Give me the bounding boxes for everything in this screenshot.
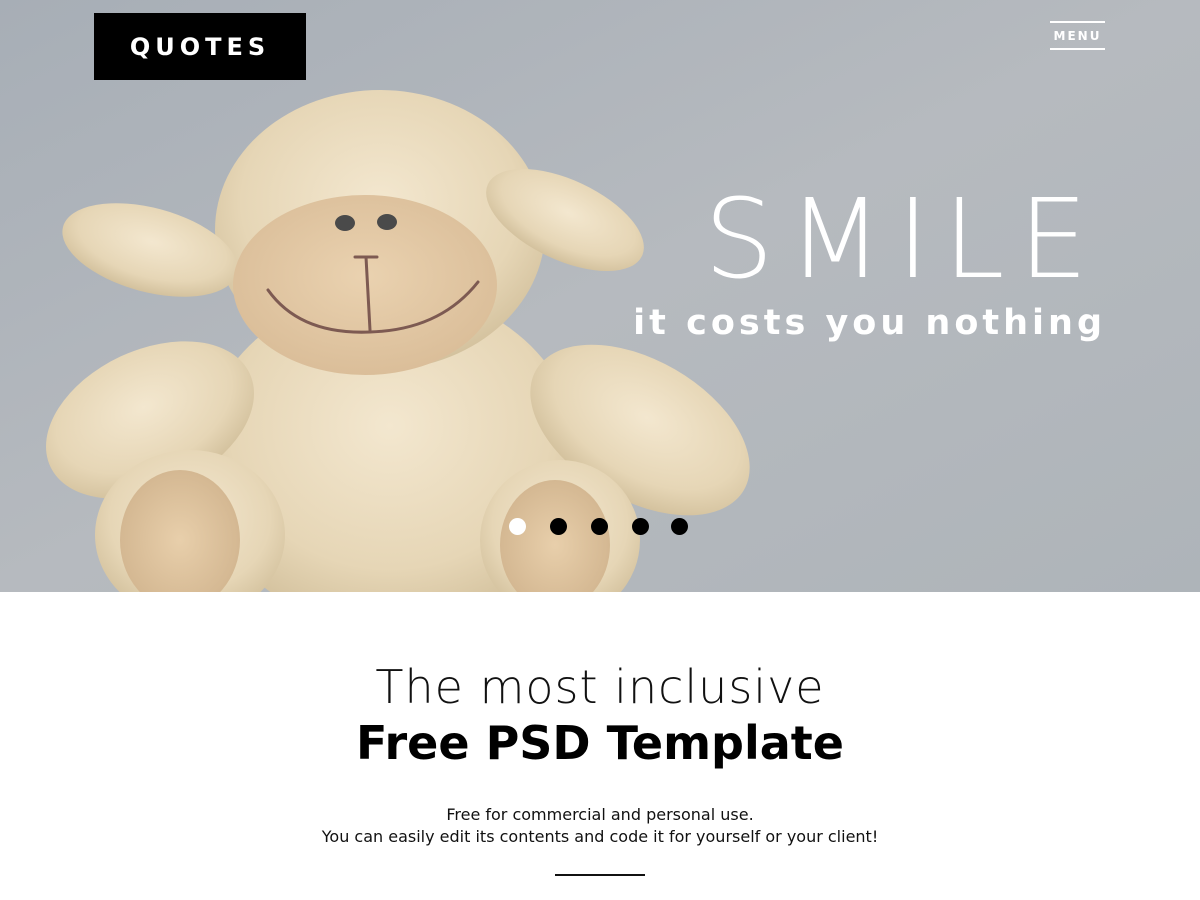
- slider-pagination: [509, 518, 699, 536]
- menu-underline: [1050, 48, 1105, 50]
- section-divider: [555, 874, 645, 876]
- menu-label: MENU: [1053, 29, 1102, 43]
- hero-title: SMILE: [704, 175, 1102, 303]
- intro-description: Free for commercial and personal use. Yo…: [0, 804, 1200, 848]
- intro-line-2: You can easily edit its contents and cod…: [321, 827, 879, 846]
- menu-button[interactable]: MENU: [1049, 20, 1106, 52]
- hero-banner: QUOTES MENU SMILE it costs you nothing: [0, 0, 1200, 592]
- logo[interactable]: QUOTES: [94, 13, 306, 80]
- slider-dot-2[interactable]: [550, 518, 567, 535]
- hamburger-menu-icon: [1050, 21, 1105, 23]
- intro-heading-bold: Free PSD Template: [356, 716, 844, 770]
- slider-dot-1[interactable]: [509, 518, 526, 535]
- intro-line-1: Free for commercial and personal use.: [446, 805, 754, 824]
- logo-text: QUOTES: [129, 32, 271, 61]
- hero-subtitle: it costs you nothing: [633, 303, 1106, 343]
- intro-heading-light: The most inclusive: [375, 660, 825, 714]
- slider-dot-4[interactable]: [632, 518, 649, 535]
- slider-dot-3[interactable]: [591, 518, 608, 535]
- slider-dot-5[interactable]: [671, 518, 688, 535]
